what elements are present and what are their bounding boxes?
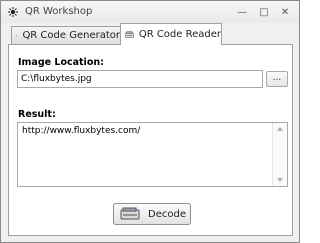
minimize-button[interactable]: —	[232, 3, 252, 21]
result-label: Result:	[18, 109, 56, 120]
browse-button[interactable]: ...	[266, 71, 288, 87]
maximize-button[interactable]: □	[254, 3, 274, 21]
title-bar[interactable]: QR Workshop — □ ✕	[1, 1, 299, 23]
maximize-icon: □	[259, 6, 269, 18]
tab-label: QR Code Generator	[22, 30, 120, 41]
scroll-down-icon[interactable]	[277, 178, 283, 182]
tab-qr-reader[interactable]: QR Code Reader	[120, 23, 222, 45]
qr-code-icon	[16, 34, 18, 37]
image-location-label: Image Location:	[18, 57, 104, 68]
window-title: QR Workshop	[25, 6, 93, 17]
tab-strip: QR Code Generator QR Code Reader	[7, 23, 295, 45]
decode-button[interactable]: Decode	[113, 203, 191, 225]
result-textarea[interactable]: http://www.fluxbytes.com/	[17, 122, 288, 187]
close-button[interactable]: ✕	[275, 3, 295, 21]
result-scrollbar[interactable]	[272, 123, 287, 186]
close-icon: ✕	[280, 6, 290, 18]
minimize-icon: —	[237, 6, 247, 18]
reader-panel: Image Location: ... Result: http://www.f…	[8, 44, 293, 236]
app-icon	[8, 7, 18, 17]
tab-label: QR Code Reader	[138, 29, 221, 40]
scanner-icon	[120, 207, 140, 220]
decode-label: Decode	[148, 208, 186, 220]
result-text: http://www.fluxbytes.com/	[22, 126, 141, 136]
image-location-input[interactable]	[17, 70, 263, 88]
app-window: QR Workshop — □ ✕ QR Code Generator QR C…	[0, 0, 300, 243]
scanner-icon	[125, 30, 134, 38]
tab-qr-generator[interactable]: QR Code Generator	[11, 26, 121, 44]
scroll-up-icon[interactable]	[277, 127, 283, 131]
